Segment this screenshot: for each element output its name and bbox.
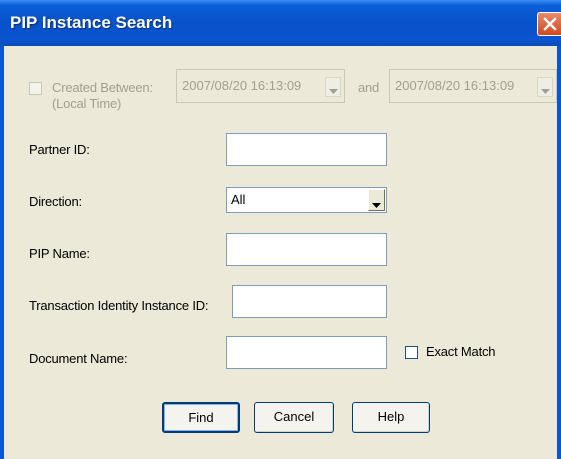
find-button[interactable]: Find <box>162 402 240 433</box>
local-time-label: (Local Time) <box>52 96 122 111</box>
chevron-down-icon <box>329 83 338 98</box>
and-label: and <box>358 80 380 95</box>
created-from-value: 2007/08/20 16:13:09 <box>182 78 302 93</box>
chevron-down-icon <box>372 197 381 212</box>
pip-instance-search-dialog: PIP Instance Search Created Between: (Lo… <box>0 0 561 459</box>
find-button-label: Find <box>188 410 214 425</box>
direction-value: All <box>231 192 246 207</box>
exact-match-checkbox[interactable] <box>405 346 418 359</box>
transaction-id-label: Transaction Identity Instance ID: <box>29 298 209 313</box>
document-name-label: Document Name: <box>29 351 128 366</box>
direction-label: Direction: <box>29 194 82 209</box>
created-from-dropdown-button[interactable] <box>325 77 341 97</box>
document-name-input[interactable] <box>226 336 387 369</box>
chevron-down-icon <box>541 83 550 98</box>
created-to-dropdown-button[interactable] <box>537 77 553 97</box>
pip-name-label: PIP Name: <box>29 246 90 261</box>
partner-id-input[interactable] <box>226 133 387 166</box>
window-frame-right <box>557 46 561 459</box>
direction-select[interactable]: All <box>226 187 387 213</box>
cancel-button-label: Cancel <box>273 409 315 424</box>
close-icon <box>543 17 557 31</box>
cancel-button[interactable]: Cancel <box>254 402 334 433</box>
help-button[interactable]: Help <box>352 402 430 433</box>
created-to-datetime-picker[interactable]: 2007/08/20 16:13:09 <box>389 69 557 103</box>
partner-id-label: Partner ID: <box>29 142 90 157</box>
created-from-datetime-picker[interactable]: 2007/08/20 16:13:09 <box>176 69 345 103</box>
transaction-id-input[interactable] <box>232 285 387 318</box>
created-between-checkbox[interactable] <box>29 82 42 95</box>
pip-name-input[interactable] <box>226 233 387 266</box>
created-to-value: 2007/08/20 16:13:09 <box>395 78 515 93</box>
close-button[interactable] <box>537 12 561 36</box>
direction-dropdown-button[interactable] <box>368 189 385 211</box>
help-button-label: Help <box>377 409 405 424</box>
created-between-label: Created Between: <box>52 80 153 95</box>
window-frame-left <box>0 46 4 459</box>
exact-match-label[interactable]: Exact Match <box>426 344 496 359</box>
window-title: PIP Instance Search <box>10 13 173 32</box>
title-bar[interactable]: PIP Instance Search <box>0 0 561 46</box>
